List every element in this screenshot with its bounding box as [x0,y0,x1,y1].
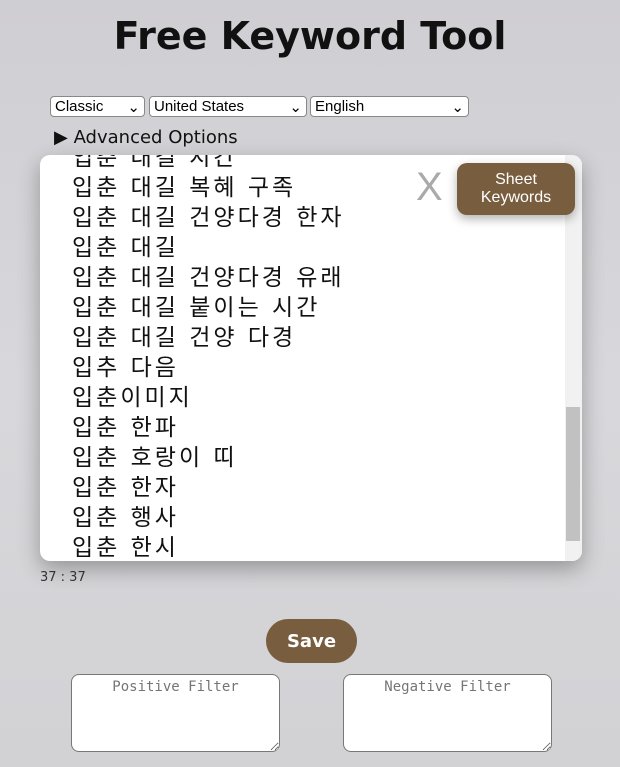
country-select[interactable]: United States ⌄ [149,96,307,117]
positive-filter-input[interactable] [71,674,280,752]
keyword-line: 입춘 대길 복혜 구족 [72,175,297,201]
negative-filter-input[interactable] [343,674,552,752]
keyword-line: 입춘 한시 [72,535,179,561]
keyword-line: 입춘 호랑이 띠 [72,445,238,471]
keyword-line: 입추 다음 [72,355,179,381]
sheet-label-line1: Sheet [495,171,537,188]
clear-button[interactable]: X [416,165,443,210]
keywords-output[interactable]: 입춘 대길 시간입춘 대길 복혜 구족입춘 대길 건양다경 한자입춘 대길입춘 … [40,155,582,561]
sheet-keywords-button[interactable]: Sheet Keywords [457,163,575,215]
keyword-line: 입춘 대길 시간 [72,155,238,171]
chevron-down-icon: ⌄ [127,98,140,116]
keyword-line: 입춘 한자 [72,475,179,501]
keyword-line: 입춘 대길 붙이는 시간 [72,295,321,321]
mode-select[interactable]: Classic ⌄ [50,96,145,117]
keyword-line: 입춘 대길 건양다경 유래 [72,265,345,291]
save-button[interactable]: Save [266,619,357,663]
language-select[interactable]: English ⌄ [310,96,469,117]
keyword-line: 입춘 행사 [72,505,179,531]
advanced-options-toggle[interactable]: ▶ Advanced Options [54,127,238,148]
scrollbar[interactable] [565,155,582,561]
keyword-line: 입춘 대길 건양다경 한자 [72,205,345,231]
scrollbar-thumb[interactable] [566,407,580,541]
page-title: Free Keyword Tool [113,14,507,58]
sheet-label-line2: Keywords [480,189,552,206]
chevron-down-icon: ⌄ [289,98,302,116]
chevron-down-icon: ⌄ [451,98,464,116]
keyword-line: 입춘 대길 [72,235,179,261]
keyword-count: 37 : 37 [40,570,86,585]
mode-value: Classic [55,98,104,115]
keyword-line: 입춘 대길 건양 다경 [72,325,297,351]
keyword-line: 입춘이미지 [72,385,193,411]
language-value: English [315,98,365,115]
keyword-line: 입춘 한파 [72,415,179,441]
country-value: United States [154,98,245,115]
keyword-list: 입춘 대길 시간입춘 대길 복혜 구족입춘 대길 건양다경 한자입춘 대길입춘 … [72,155,345,561]
